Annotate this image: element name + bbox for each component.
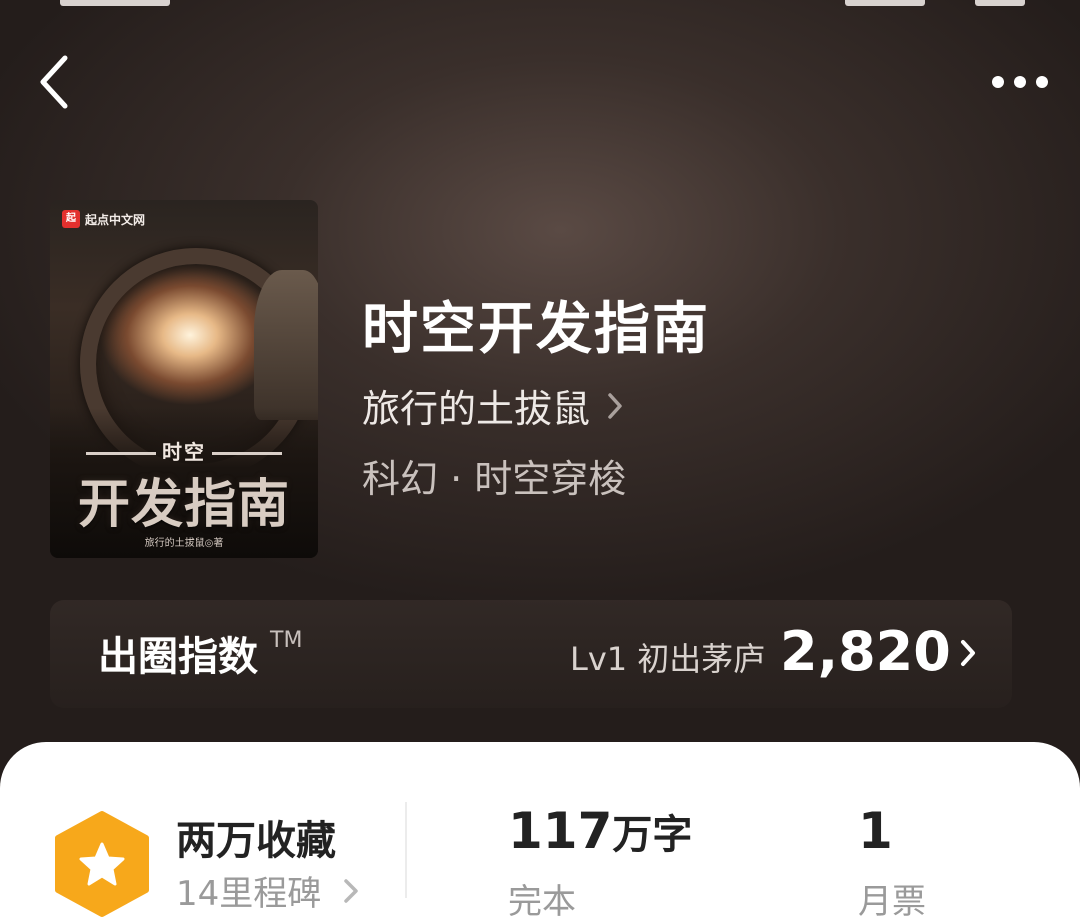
- index-level: Lv1 初出茅庐: [570, 640, 766, 678]
- word-count: 117万字: [508, 802, 692, 860]
- completion-status: 完本: [508, 882, 576, 922]
- cover-big-title: 开发指南: [77, 475, 290, 535]
- back-button[interactable]: [24, 50, 84, 114]
- cover-title-rule: [212, 452, 282, 455]
- milestone-link[interactable]: 14里程碑: [176, 866, 359, 915]
- book-detail-screen: 起 起点中文网 时空 开发指南 旅行的土拔鼠◎著 时空开发指南 旅行的土拔鼠 科…: [0, 0, 1080, 923]
- chevron-right-icon: [344, 878, 359, 903]
- cover-author-credit: 旅行的土拔鼠◎著: [144, 538, 224, 549]
- author-name: 旅行的土拔鼠: [362, 387, 591, 431]
- index-trademark: TM: [270, 628, 303, 653]
- status-bar: [0, 0, 1080, 10]
- cover-small-title: 时空: [50, 436, 318, 465]
- publisher-logo-icon: 起: [62, 210, 80, 228]
- more-dot: [1014, 76, 1026, 88]
- signal-icon: [845, 0, 925, 6]
- cover-small-title-text: 时空: [162, 440, 206, 464]
- milestone-text: 14里程碑: [176, 874, 322, 914]
- star-badge-icon: [55, 811, 149, 917]
- more-dot: [1036, 76, 1048, 88]
- tickets-label[interactable]: 月票: [858, 874, 926, 923]
- word-count-unit: 万字: [612, 812, 693, 858]
- battery-icon: [975, 0, 1025, 6]
- status-time-fragment: [60, 0, 170, 6]
- index-label: 出圈指数: [98, 634, 258, 680]
- tickets-number: 1: [858, 802, 893, 860]
- cover-title-rule: [86, 452, 156, 455]
- collection-title: 两万收藏: [176, 818, 336, 864]
- book-title: 时空开发指南: [362, 297, 710, 362]
- publisher-name: 起点中文网: [85, 212, 146, 227]
- more-button[interactable]: [984, 58, 1056, 106]
- word-count-number: 117: [508, 802, 613, 860]
- cover-rock-art: [254, 270, 318, 420]
- book-cover[interactable]: 起 起点中文网 时空 开发指南 旅行的土拔鼠◎著: [50, 200, 318, 558]
- popularity-index-card[interactable]: 出圈指数 TM Lv1 初出茅庐 2,820: [50, 600, 1012, 708]
- chevron-right-icon: [608, 392, 622, 419]
- cover-publisher: 起 起点中文网: [62, 210, 145, 228]
- chevron-left-icon: [40, 55, 68, 109]
- more-horizontal-icon: [992, 76, 1004, 88]
- stats-sheet: 两万收藏 14里程碑 117万字 完本 1 月票: [0, 742, 1080, 923]
- chevron-right-icon: [961, 640, 975, 666]
- author-link[interactable]: 旅行的土拔鼠: [362, 378, 624, 433]
- divider: [405, 802, 407, 898]
- book-genre: 科幻 · 时空穿梭: [362, 457, 627, 501]
- top-bar: [0, 40, 1080, 124]
- index-value: 2,820: [780, 620, 951, 683]
